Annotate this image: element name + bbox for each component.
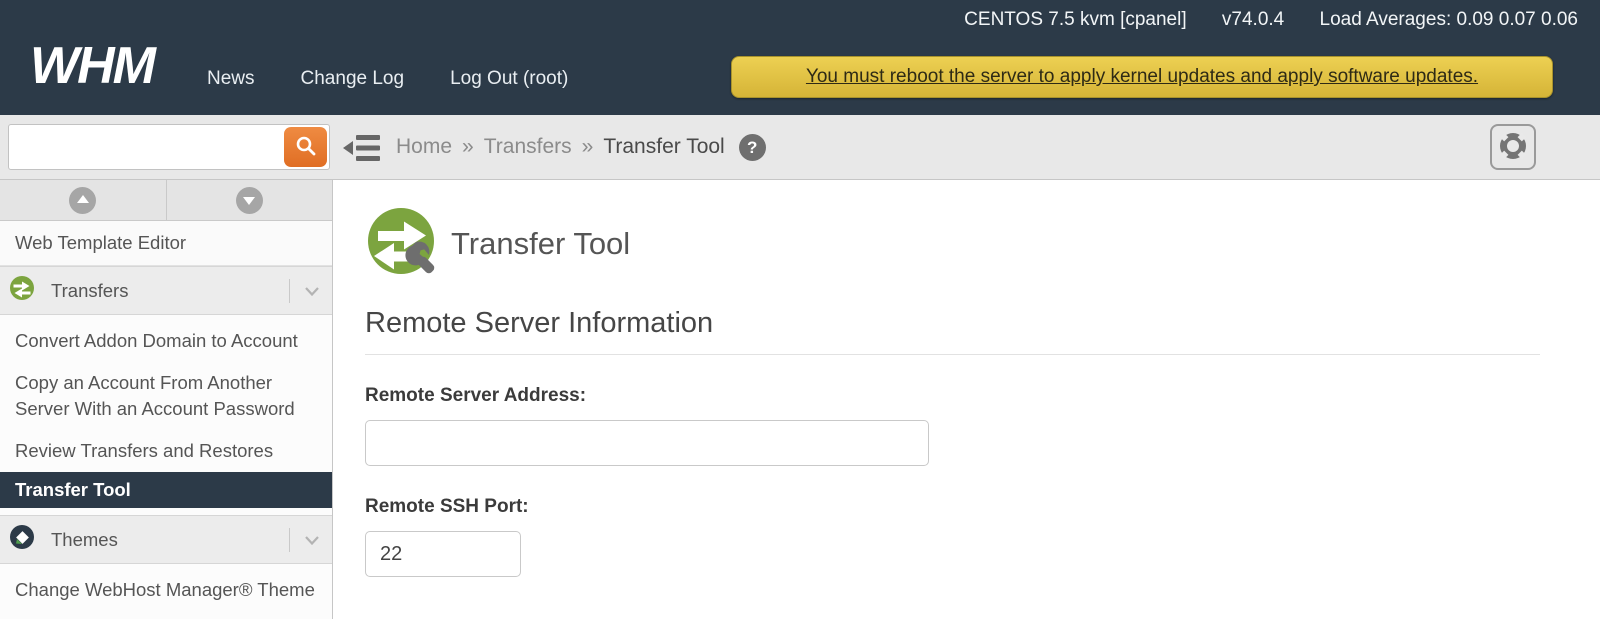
sidebar-sublist-transfers: Convert Addon Domain to Account Copy an … <box>0 315 332 515</box>
divider <box>289 528 290 552</box>
sidebar-scroll-controls <box>0 180 332 221</box>
arrow-down-circle-icon <box>236 187 263 214</box>
remote-server-address-label: Remote Server Address: <box>365 385 1540 407</box>
header: CENTOS 7.5 kvm [cpanel] v74.0.4 Load Ave… <box>0 0 1600 115</box>
nav-log-out[interactable]: Log Out (root) <box>450 68 568 90</box>
remote-ssh-port-input[interactable] <box>365 531 521 577</box>
sidebar-item-copy-account[interactable]: Copy an Account From Another Server With… <box>0 362 332 430</box>
page-title-row: Transfer Tool <box>365 204 1540 283</box>
breadcrumb-home[interactable]: Home <box>396 135 452 159</box>
life-ring-icon <box>1496 129 1530 166</box>
status-system: CENTOS 7.5 kvm [cpanel] <box>964 9 1186 30</box>
sidebar-sublist-themes: Change WebHost Manager® Theme <box>0 564 332 618</box>
sidebar-item-transfer-tool-selected[interactable]: Transfer Tool <box>0 472 332 508</box>
chevron-down-icon[interactable] <box>304 529 320 551</box>
main-content: Transfer Tool Remote Server Information … <box>333 180 1600 619</box>
sidebar-scroll-up-button[interactable] <box>0 180 167 220</box>
search-button[interactable] <box>284 127 327 167</box>
reboot-alert-banner[interactable]: You must reboot the server to apply kern… <box>731 56 1553 98</box>
content-row: Web Template Editor Transfers Convert Ad… <box>0 180 1600 619</box>
breadcrumb-separator: » <box>462 135 474 159</box>
remote-ssh-port-label: Remote SSH Port: <box>365 496 1540 518</box>
sidebar-category-label: Themes <box>51 529 289 551</box>
search-input[interactable] <box>8 124 330 170</box>
support-button[interactable] <box>1490 124 1536 170</box>
status-load-averages: Load Averages: 0.09 0.07 0.06 <box>1320 9 1578 30</box>
search-group <box>8 124 330 170</box>
sidebar-scroll-down-button[interactable] <box>167 180 333 220</box>
breadcrumb-separator: » <box>582 135 594 159</box>
server-status-line: CENTOS 7.5 kvm [cpanel] v74.0.4 Load Ave… <box>934 9 1578 31</box>
question-circle-icon[interactable]: ? <box>739 134 766 161</box>
themes-icon <box>9 524 35 555</box>
sidebar-item-convert-addon-domain[interactable]: Convert Addon Domain to Account <box>0 320 332 362</box>
breadcrumb: Home » Transfers » Transfer Tool ? <box>396 115 766 179</box>
chevron-down-icon[interactable] <box>304 280 320 302</box>
divider <box>289 279 290 303</box>
page-title: Transfer Tool <box>451 226 630 262</box>
top-nav: News Change Log Log Out (root) <box>207 68 568 90</box>
collapse-sidebar-icon[interactable] <box>343 133 381 168</box>
sidebar-item-change-whm-theme[interactable]: Change WebHost Manager® Theme <box>0 569 332 611</box>
nav-change-log[interactable]: Change Log <box>301 68 405 90</box>
sidebar-category-label: Transfers <box>51 280 289 302</box>
breadcrumb-bar: Home » Transfers » Transfer Tool ? <box>0 115 1600 180</box>
transfer-tool-wrench-icon <box>365 204 439 283</box>
status-version: v74.0.4 <box>1222 9 1284 30</box>
sidebar-category-transfers[interactable]: Transfers <box>0 266 332 315</box>
nav-news[interactable]: News <box>207 68 255 90</box>
section-title: Remote Server Information <box>365 307 1540 355</box>
breadcrumb-transfers[interactable]: Transfers <box>484 135 572 159</box>
magnifier-icon <box>295 135 317 160</box>
whm-logo[interactable]: WHM <box>30 36 154 96</box>
sidebar-item-review-transfers[interactable]: Review Transfers and Restores <box>0 430 332 472</box>
sidebar: Web Template Editor Transfers Convert Ad… <box>0 180 333 619</box>
arrow-up-circle-icon <box>69 187 96 214</box>
sidebar-category-themes[interactable]: Themes <box>0 515 332 564</box>
sidebar-item-web-template-editor[interactable]: Web Template Editor <box>0 221 332 266</box>
transfers-icon <box>9 275 35 306</box>
breadcrumb-current-page: Transfer Tool <box>603 135 724 159</box>
remote-server-address-input[interactable] <box>365 420 929 466</box>
